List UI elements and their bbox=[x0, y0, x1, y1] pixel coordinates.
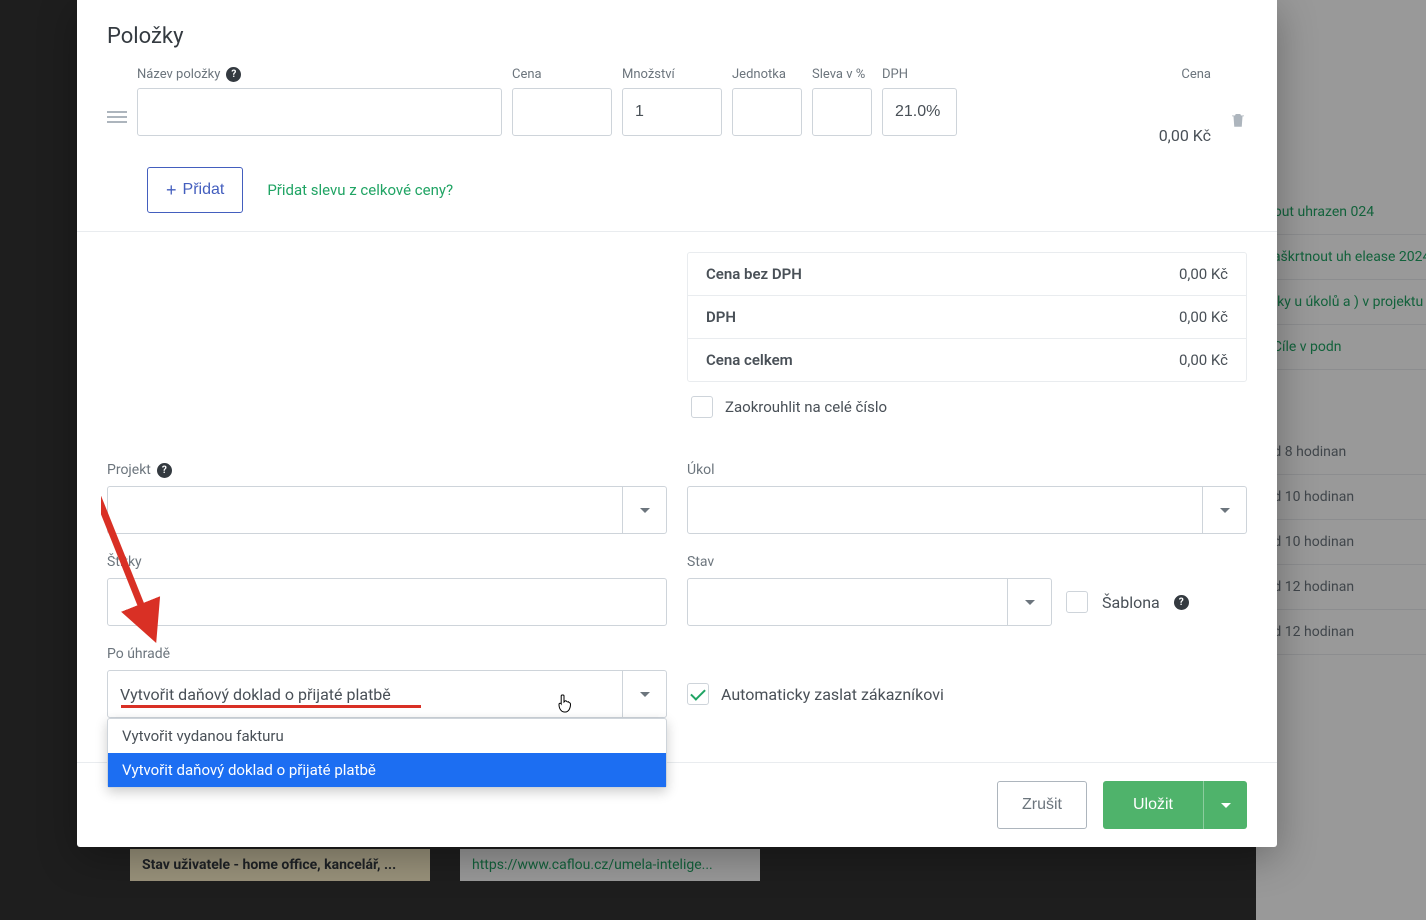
item-unit-input[interactable] bbox=[732, 88, 802, 136]
chevron-down-icon bbox=[640, 692, 650, 697]
header-total: Cena bbox=[1181, 67, 1219, 82]
help-icon[interactable]: ? bbox=[226, 67, 241, 82]
line-item-row: Název položky ? Cena Množství Jednotka S… bbox=[107, 67, 1247, 145]
header-vat: DPH bbox=[882, 67, 957, 82]
add-total-discount-link[interactable]: Přidat slevu z celkové ceny? bbox=[267, 181, 453, 199]
item-price-input[interactable] bbox=[512, 88, 612, 136]
task-label: Úkol bbox=[687, 462, 1247, 478]
auto-send-checkbox[interactable] bbox=[687, 683, 709, 705]
total-sum-label: Cena celkem bbox=[706, 351, 793, 369]
add-item-label: Přidat bbox=[183, 181, 225, 199]
item-discount-input[interactable] bbox=[812, 88, 872, 136]
add-item-button[interactable]: + Přidat bbox=[147, 167, 243, 213]
item-vat-input[interactable] bbox=[882, 88, 957, 136]
status-label: Stav bbox=[687, 554, 1247, 570]
total-sum-value: 0,00 Kč bbox=[1179, 351, 1228, 369]
chevron-down-icon bbox=[1025, 600, 1035, 605]
header-name: Název položky bbox=[137, 67, 220, 82]
modal: Položky Název položky ? Cena Množství bbox=[77, 0, 1277, 847]
trash-icon[interactable] bbox=[1229, 111, 1247, 133]
after-payment-option[interactable]: Vytvořit vydanou fakturu bbox=[108, 719, 666, 753]
tags-label: Štítky bbox=[107, 554, 667, 570]
header-qty: Množství bbox=[622, 67, 722, 82]
after-payment-dropdown: Vytvořit vydanou fakturu Vytvořit daňový… bbox=[107, 718, 667, 788]
chevron-down-icon bbox=[1221, 803, 1231, 808]
round-checkbox[interactable] bbox=[691, 396, 713, 418]
drag-handle-icon[interactable] bbox=[107, 111, 127, 123]
item-qty-input[interactable] bbox=[622, 88, 722, 136]
after-payment-selected: Vytvořit daňový doklad o přijaté platbě bbox=[120, 685, 391, 704]
after-payment-option[interactable]: Vytvořit daňový doklad o přijaté platbě bbox=[108, 753, 666, 787]
total-vat-label: DPH bbox=[706, 308, 736, 326]
total-vat-value: 0,00 Kč bbox=[1179, 308, 1228, 326]
section-title: Položky bbox=[107, 24, 1247, 49]
divider bbox=[77, 231, 1277, 232]
status-select[interactable] bbox=[687, 578, 1052, 626]
header-discount: Sleva v % bbox=[812, 67, 872, 82]
chevron-down-icon bbox=[1220, 508, 1230, 513]
save-button[interactable]: Uložit bbox=[1103, 781, 1203, 829]
cancel-button[interactable]: Zrušit bbox=[997, 781, 1087, 829]
project-label: Projekt bbox=[107, 462, 151, 478]
project-select[interactable] bbox=[107, 486, 667, 534]
round-label: Zaokrouhlit na celé číslo bbox=[725, 398, 887, 416]
annotation-underline bbox=[121, 705, 421, 708]
total-exvat-label: Cena bez DPH bbox=[706, 265, 802, 283]
item-total-value: 0,00 Kč bbox=[1159, 126, 1219, 145]
template-checkbox[interactable] bbox=[1066, 591, 1088, 613]
help-icon[interactable]: ? bbox=[157, 463, 172, 478]
after-payment-label: Po úhradě bbox=[107, 646, 667, 662]
tags-input[interactable] bbox=[107, 578, 667, 626]
header-unit: Jednotka bbox=[732, 67, 802, 82]
save-dropdown-button[interactable] bbox=[1203, 781, 1247, 829]
template-label: Šablona bbox=[1102, 593, 1160, 612]
plus-icon: + bbox=[166, 180, 177, 201]
after-payment-select[interactable]: Vytvořit daňový doklad o přijaté platbě bbox=[107, 670, 667, 718]
auto-send-label: Automaticky zaslat zákazníkovi bbox=[721, 685, 944, 704]
help-icon[interactable]: ? bbox=[1174, 595, 1189, 610]
item-name-input[interactable] bbox=[137, 88, 502, 136]
total-exvat-value: 0,00 Kč bbox=[1179, 265, 1228, 283]
header-price: Cena bbox=[512, 67, 612, 82]
totals-box: Cena bez DPH 0,00 Kč DPH 0,00 Kč Cena ce… bbox=[687, 252, 1247, 382]
task-select[interactable] bbox=[687, 486, 1247, 534]
chevron-down-icon bbox=[640, 508, 650, 513]
